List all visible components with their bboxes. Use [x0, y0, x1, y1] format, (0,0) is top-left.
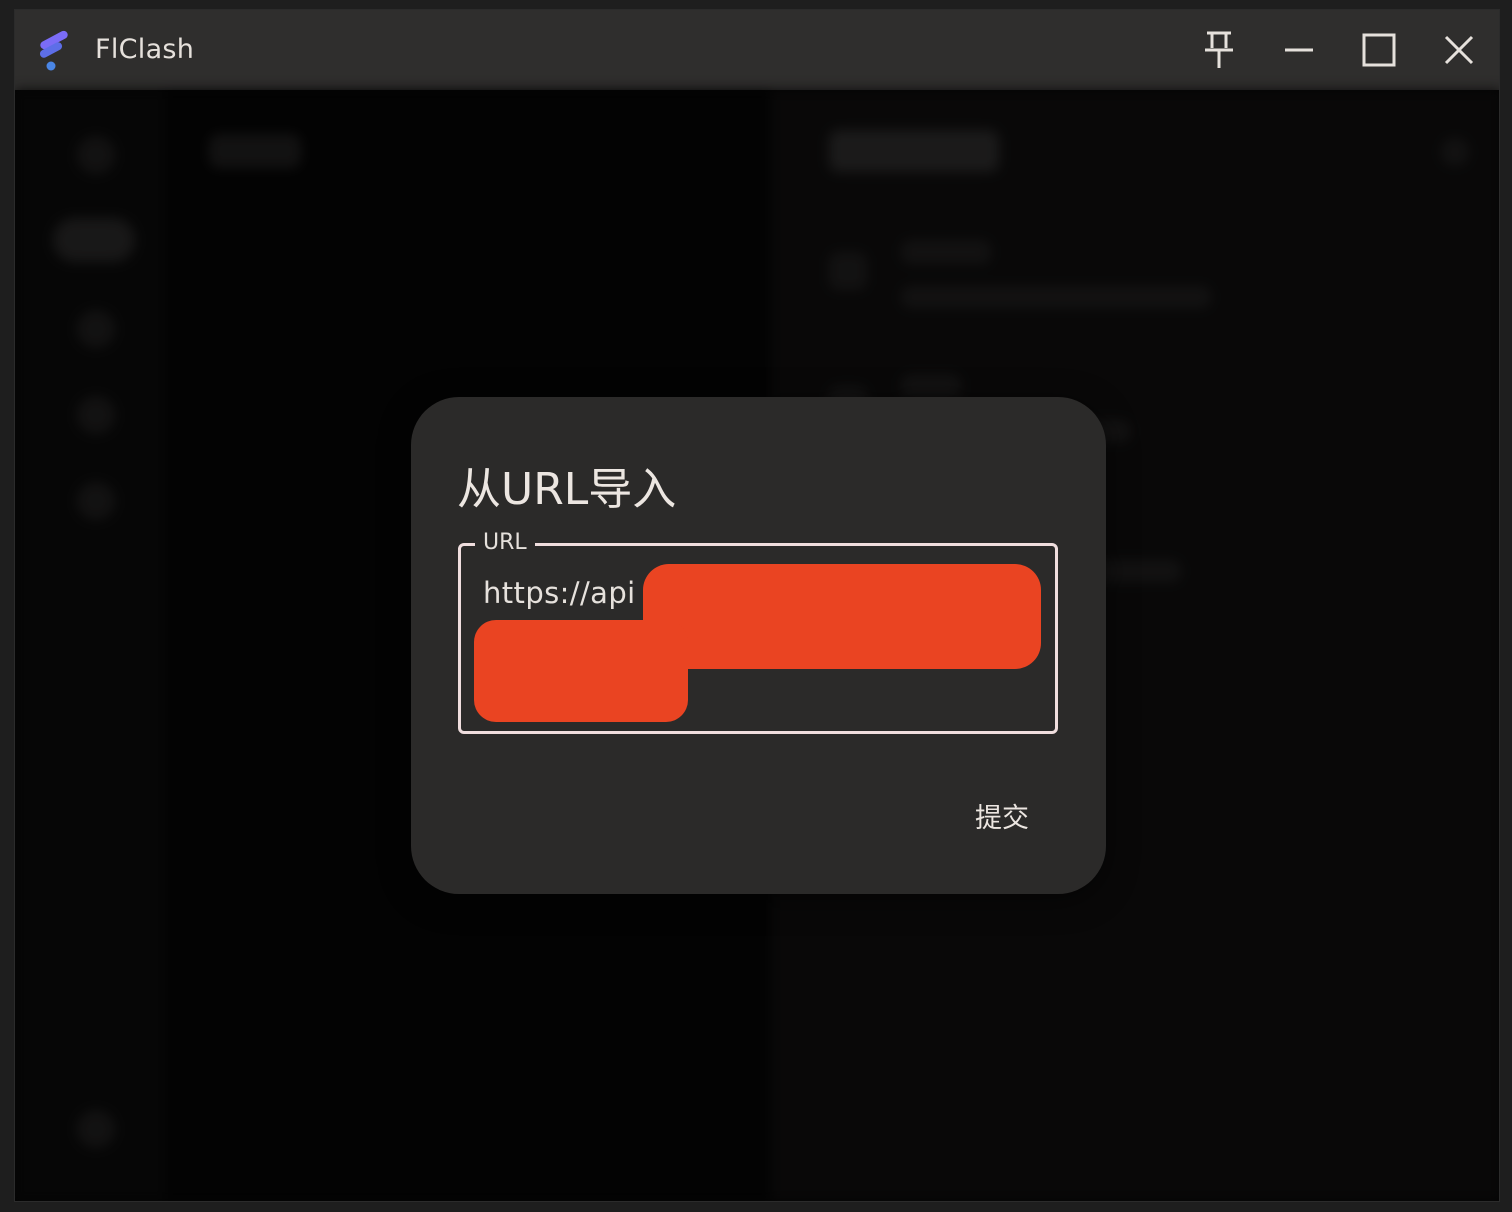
title-bar[interactable]: FlClash	[15, 10, 1499, 90]
close-icon	[1443, 34, 1475, 66]
pin-icon	[1203, 30, 1235, 70]
redaction-mark	[474, 620, 688, 722]
maximize-button[interactable]	[1351, 22, 1407, 78]
import-url-dialog: 从URL导入 URL https://api 提交	[411, 397, 1106, 894]
dialog-title: 从URL导入	[457, 464, 677, 515]
minimize-icon	[1283, 34, 1315, 66]
url-input[interactable]: URL https://api	[458, 530, 1058, 734]
close-button[interactable]	[1431, 22, 1487, 78]
url-field-value: https://api	[483, 576, 636, 610]
app-window: FlClash 从URL导入 URL https://api 提交	[14, 9, 1500, 1202]
maximize-icon	[1362, 33, 1396, 67]
redaction-mark	[643, 564, 1041, 669]
minimize-button[interactable]	[1271, 22, 1327, 78]
app-logo-icon	[33, 26, 75, 74]
window-title: FlClash	[95, 34, 195, 65]
url-field-label: URL	[475, 530, 535, 555]
submit-button[interactable]: 提交	[957, 787, 1047, 843]
pin-button[interactable]	[1191, 22, 1247, 78]
